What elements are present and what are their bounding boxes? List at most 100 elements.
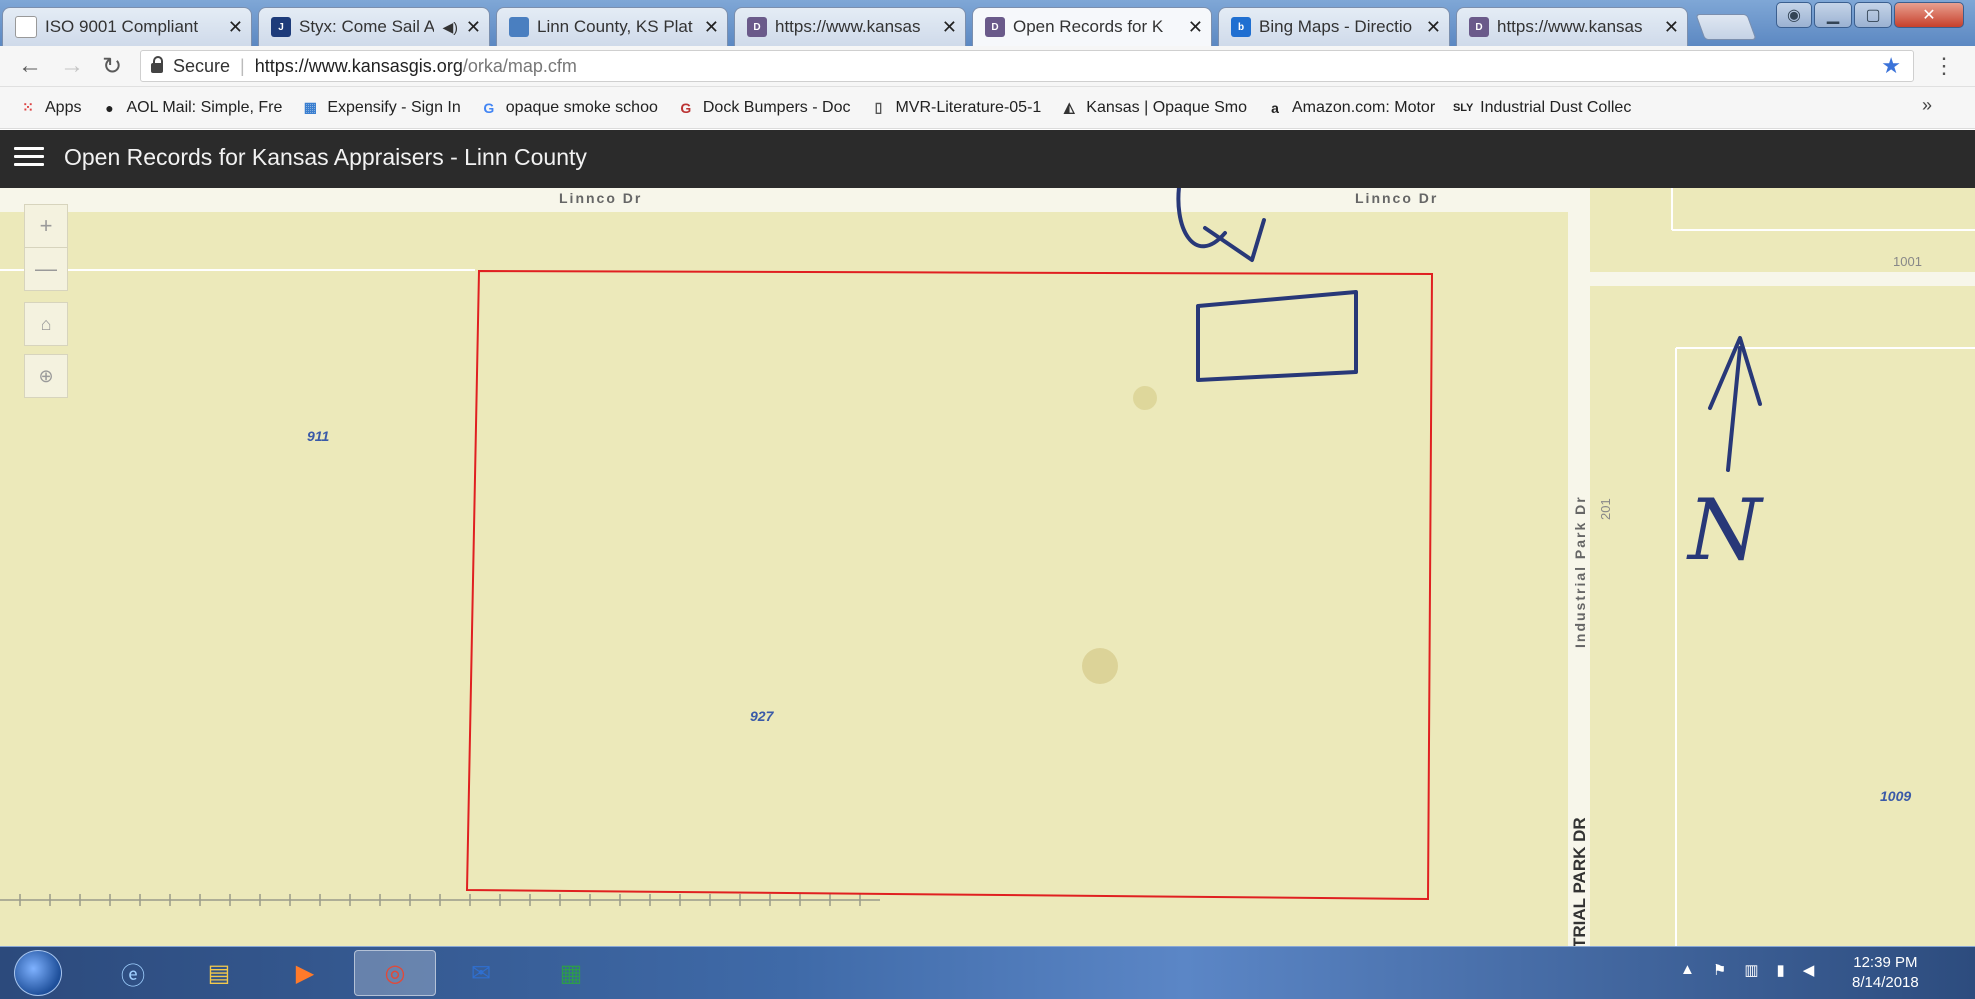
tab-title: Styx: Come Sail A [299,17,435,36]
plat-icon [509,17,529,37]
forward-arrow-icon[interactable]: → [56,50,88,82]
outlook-icon[interactable]: ✉ [440,950,522,996]
browser-tab-strip: ISO 9001 Compliant ✕ J Styx: Come Sail A… [0,0,1975,46]
bookmark-label: Industrial Dust Collec [1480,98,1632,116]
tab-title: https://www.kansas [1497,17,1643,36]
parcel-label-927: 927 [750,708,774,724]
tab-kansas-2[interactable]: D https://www.kansas ✕ [1456,7,1688,46]
address-bar[interactable]: Secure | https://www.kansasgis.org/orka/… [140,50,1914,82]
zoom-out-button[interactable]: — [24,247,68,291]
bookmarks-bar: ⁙ Apps ● AOL Mail: Simple, Fre ▦ Expensi… [0,87,1975,129]
speaker-icon[interactable]: ◀) [442,19,457,36]
page-icon: ▯ [874,99,883,115]
bookmark-mvr-literature[interactable]: ▯ MVR-Literature-05-1 [868,99,1042,117]
bookmark-google-search[interactable]: G opaque smoke schoo [479,99,658,117]
bookmarks-overflow-icon[interactable]: » [1922,95,1932,116]
tray-expand-icon[interactable]: ▲ [1680,961,1695,979]
chrome-icon[interactable]: ◎ [354,950,436,996]
ink-arrowhead-down [1203,218,1266,262]
tab-close-icon[interactable]: ✕ [1188,17,1203,38]
zoom-in-button[interactable]: + [24,204,68,248]
flag-icon[interactable]: ⚑ [1713,961,1726,979]
windows-taskbar: ⓔ ▤ ▶ ◎ ✉ ▦ ▲ ⚑ ▥ ▮ ◀ 12:39 PM 8/14/2018 [0,946,1975,999]
secure-label: Secure [173,55,231,76]
bookmark-industrial-dust[interactable]: SLY Industrial Dust Collec [1453,99,1631,117]
tab-close-icon[interactable]: ✕ [1426,17,1441,38]
tab-close-icon[interactable]: ✕ [228,17,243,38]
bookmark-label: Dock Bumpers - Doc [702,98,851,116]
network-icon[interactable]: ▥ [1744,961,1758,979]
tab-title: Linn County, KS Plat [537,17,693,36]
tab-close-icon[interactable]: ✕ [704,17,719,38]
tab-title: ISO 9001 Compliant [45,17,199,36]
tab-open-records[interactable]: D Open Records for K ✕ [972,7,1212,46]
sly-icon: SLY [1452,101,1474,114]
tab-close-icon[interactable]: ✕ [1664,17,1679,38]
address-label-201: 201 [1598,498,1613,520]
start-button[interactable] [14,950,62,996]
system-tray: ▲ ⚑ ▥ ▮ ◀ [1680,961,1814,979]
amazon-icon: a [1271,99,1279,116]
window-close-button[interactable]: ✕ [1894,2,1964,28]
tab-iso-9001[interactable]: ISO 9001 Compliant ✕ [2,7,252,46]
bookmark-star-icon[interactable]: ★ [1881,53,1901,79]
url-path: /orka/map.cfm [462,55,577,76]
ink-building-rectangle [1196,290,1358,382]
back-arrow-icon[interactable]: ← [14,50,46,82]
bookmark-kansas-opaque[interactable]: ◭ Kansas | Opaque Smo [1059,99,1247,117]
street-label-industrial-park-dr-cut: TRIAL PARK DR [1570,817,1589,946]
map-canvas[interactable]: + — ⌂ ⊕ Linnco Dr Linnco Dr Industrial P… [0,188,1975,946]
page-title: Open Records for Kansas Appraisers - Lin… [64,144,587,170]
bookmark-expensify[interactable]: ▦ Expensify - Sign In [300,98,461,117]
parcel-label-1009: 1009 [1880,788,1912,804]
expensify-icon: ▦ [303,99,317,115]
tab-close-icon[interactable]: ✕ [466,17,481,38]
tab-styx[interactable]: J Styx: Come Sail A ◀) ✕ [258,7,490,46]
clock-time: 12:39 PM [1853,954,1918,971]
reload-icon[interactable]: ↻ [96,50,128,82]
bookmark-label: Apps [45,98,82,116]
app-header: Open Records for Kansas Appraisers - Lin… [0,130,1975,188]
google-icon: G [483,99,495,116]
bookmark-aol[interactable]: ● AOL Mail: Simple, Fre [99,99,282,117]
hamburger-menu-icon[interactable] [14,142,44,172]
dasc-icon: D [1469,17,1489,37]
street-label-industrial-park-dr: Industrial Park Dr [1572,495,1588,648]
bookmark-label: Expensify - Sign In [327,98,461,116]
excel-icon[interactable]: ▦ [530,950,612,996]
tab-title: Bing Maps - Directio [1259,17,1413,36]
dasc-icon: D [985,17,1005,37]
browser-menu-icon[interactable]: ⋮ [1930,50,1958,82]
user-icon[interactable]: ◉ [1776,2,1812,28]
ink-north-letter: N [1688,481,1762,579]
volume-icon[interactable]: ◀ [1803,961,1815,979]
map-graphics [0,188,1975,946]
bookmark-apps[interactable]: ⁙ Apps [18,99,81,117]
tab-bing-maps[interactable]: b Bing Maps - Directio ✕ [1218,7,1450,46]
tab-title: Open Records for K [1013,17,1164,36]
new-tab-button[interactable] [1695,14,1757,40]
signal-icon[interactable]: ▮ [1777,961,1785,979]
file-explorer-icon[interactable]: ▤ [178,950,260,996]
home-icon[interactable]: ⌂ [24,302,68,346]
street-label-linnco-dr: Linnco Dr [1355,190,1439,206]
bookmark-amazon[interactable]: a Amazon.com: Motor [1265,99,1435,117]
system-clock[interactable]: 12:39 PM 8/14/2018 [1852,953,1919,993]
maximize-button[interactable]: ▢ [1854,2,1892,28]
minimize-button[interactable]: ▁ [1814,2,1852,28]
tab-linn-county-plat[interactable]: Linn County, KS Plat ✕ [496,7,728,46]
tab-close-icon[interactable]: ✕ [942,17,957,38]
url-domain: https://www.kansasgis.org [254,55,463,76]
page-icon [15,16,37,38]
tab-kansas-1[interactable]: D https://www.kansas ✕ [734,7,966,46]
clock-date: 8/14/2018 [1852,974,1919,991]
media-player-icon[interactable]: ▶ [264,950,346,996]
address-label-1001: 1001 [1893,254,1922,269]
kansas-icon: ◭ [1063,99,1075,115]
locate-icon[interactable]: ⊕ [24,354,68,398]
bookmark-dock-bumpers[interactable]: G Dock Bumpers - Doc [676,98,851,117]
tab-title: https://www.kansas [775,17,921,36]
parcel-label-911: 911 [307,428,330,444]
internet-explorer-icon[interactable]: ⓔ [92,950,174,996]
browser-toolbar: ← → ↻ Secure | https://www.kansasgis.org… [0,46,1975,87]
